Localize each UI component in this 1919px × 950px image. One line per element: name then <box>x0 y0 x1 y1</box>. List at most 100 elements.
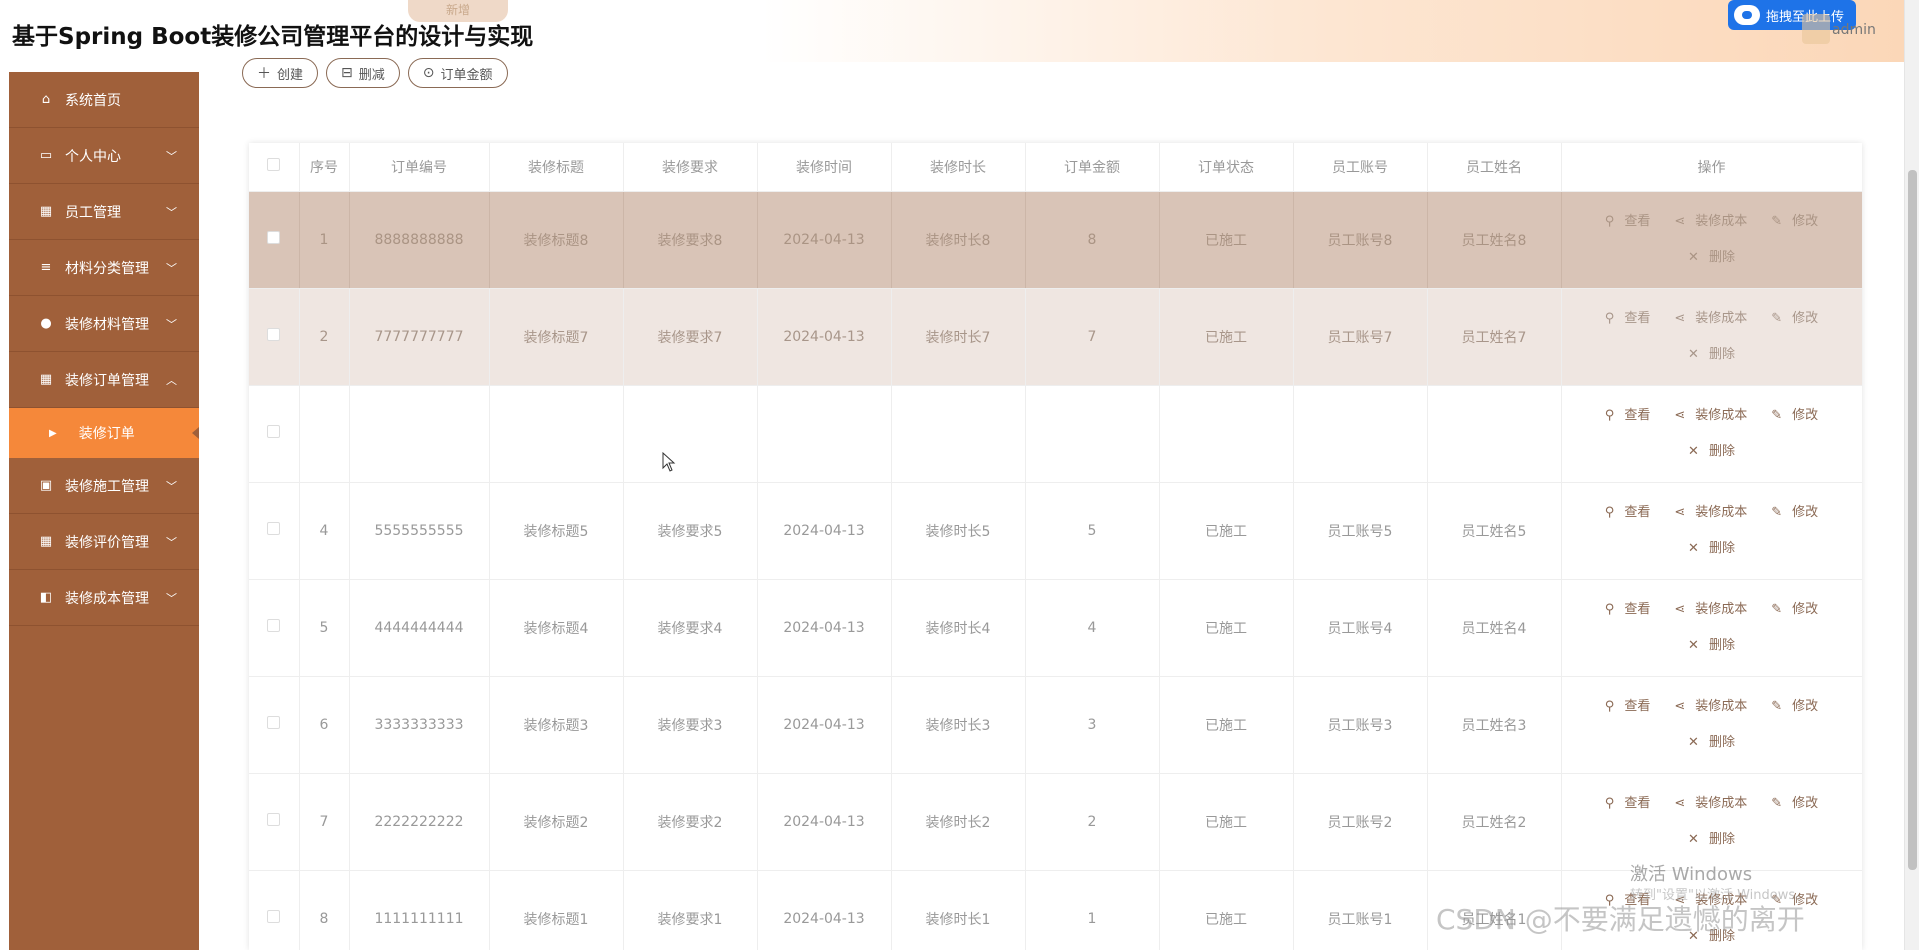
search-icon: ⚲ <box>1604 213 1615 229</box>
avatar[interactable] <box>1802 14 1830 44</box>
row-checkbox[interactable] <box>267 813 281 826</box>
delete-row-button[interactable]: ✕ 删除 <box>1682 541 1741 556</box>
app-header: 新增 基于Spring Boot装修公司管理平台的设计与实现 拖拽至此上传 ad… <box>0 0 1904 62</box>
table-cell: 装修要求4 <box>623 579 758 677</box>
table-cell: 员工账号2 <box>1293 773 1428 871</box>
delete-row-button[interactable]: ✕ 删除 <box>1682 347 1741 362</box>
table-row[interactable]: 4 5555555555 装修标题5 装修要求5 2024-04-13 装修时长5 5 已施工… <box>249 482 1862 580</box>
table-row[interactable]: 6 3333333333 装修标题3 装修要求3 2024-04-13 装修时长3 3 已施工… <box>249 676 1862 774</box>
row-checkbox[interactable] <box>267 231 281 244</box>
row-checkbox-cell[interactable] <box>249 191 300 289</box>
plus-icon: ＋ <box>257 66 271 82</box>
delete-row-button[interactable]: ✕ 删除 <box>1682 250 1741 265</box>
table-row[interactable]: 2 7777777777 装修标题7 装修要求7 2024-04-13 装修时长7 7 已施工… <box>249 288 1862 386</box>
table-cell: 员工姓名8 <box>1427 191 1562 289</box>
row-checkbox-cell[interactable] <box>249 579 300 677</box>
grid-icon: ▦ <box>39 204 53 219</box>
view-button[interactable]: ⚲ 查看 <box>1599 311 1657 326</box>
row-checkbox[interactable] <box>267 619 281 632</box>
edit-button[interactable]: ✎ 修改 <box>1765 699 1824 714</box>
share-icon: ⋖ <box>1674 504 1686 520</box>
row-checkbox-cell[interactable] <box>249 870 300 950</box>
page-scrollbar[interactable] <box>1904 0 1919 950</box>
table-cell: 8888888888 <box>349 191 490 289</box>
sidebar-item-5[interactable]: ▦ 装修订单管理 ︿ <box>9 352 199 408</box>
cost-button[interactable]: ⋖ 装修成本 <box>1668 602 1753 617</box>
delete-row-button[interactable]: ✕ 删除 <box>1682 735 1741 750</box>
view-button[interactable]: ⚲ 查看 <box>1599 699 1657 714</box>
view-button[interactable]: ⚲ 查看 <box>1599 796 1657 811</box>
view-button[interactable]: ⚲ 查看 <box>1599 602 1657 617</box>
row-checkbox-cell[interactable] <box>249 288 300 386</box>
delete-button[interactable]: ⊟ 删减 <box>326 58 400 88</box>
edit-button[interactable]: ✎ 修改 <box>1765 505 1824 520</box>
select-all-cell[interactable] <box>249 143 300 192</box>
row-checkbox-cell[interactable] <box>249 482 300 580</box>
sidebar-item-2[interactable]: ▦ 员工管理 ﹀ <box>9 184 199 240</box>
row-checkbox[interactable] <box>267 716 281 729</box>
username[interactable]: admin <box>1832 22 1876 38</box>
row-checkbox-cell[interactable] <box>249 385 300 483</box>
cost-button[interactable]: ⋖ 装修成本 <box>1668 505 1753 520</box>
view-button[interactable]: ⚲ 查看 <box>1599 408 1657 423</box>
sidebar-item-1[interactable]: ▭ 个人中心 ﹀ <box>9 128 199 184</box>
table-row[interactable]: 5 4444444444 装修标题4 装修要求4 2024-04-13 装修时长4 4 已施工… <box>249 579 1862 677</box>
table-cell: 已施工 <box>1159 579 1294 677</box>
row-checkbox[interactable] <box>267 910 281 923</box>
scrollbar-thumb[interactable] <box>1908 170 1917 870</box>
sidebar-item-4[interactable]: ● 装修材料管理 ﹀ <box>9 296 199 352</box>
row-checkbox-cell[interactable] <box>249 676 300 774</box>
cost-button[interactable]: ⋖ 装修成本 <box>1668 214 1753 229</box>
pencil-icon: ✎ <box>1771 407 1783 423</box>
view-button[interactable]: ⚲ 查看 <box>1599 505 1657 520</box>
delete-row-button[interactable]: ✕ 删除 <box>1682 638 1741 653</box>
edit-button[interactable]: ✎ 修改 <box>1765 602 1824 617</box>
cloud-icon <box>1734 5 1760 25</box>
column-header: 装修时长 <box>891 143 1026 192</box>
sidebar-item-7[interactable]: ▦ 装修评价管理 ﹀ <box>9 514 199 570</box>
table-cell: 5555555555 <box>349 482 490 580</box>
edit-button[interactable]: ✎ 修改 <box>1765 796 1824 811</box>
table-cell: 2024-04-13 <box>757 676 892 774</box>
home-icon: ⌂ <box>41 92 51 107</box>
table-row[interactable]: 7 2222222222 装修标题2 装修要求2 2024-04-13 装修时长2 2 已施工… <box>249 773 1862 871</box>
sidebar-item-6[interactable]: ▣ 装修施工管理 ﹀ <box>9 458 199 514</box>
table-cell: 员工账号3 <box>1293 676 1428 774</box>
create-button[interactable]: ＋创建 <box>242 58 319 88</box>
select-all-checkbox[interactable] <box>267 158 281 172</box>
delete-row-button[interactable]: ✕ 删除 <box>1682 832 1741 847</box>
table-row[interactable]: 1 8888888888 装修标题8 装修要求8 2024-04-13 装修时长8 8 已施工… <box>249 191 1862 289</box>
sidebar-item-3[interactable]: ≡ 材料分类管理 ﹀ <box>9 240 199 296</box>
table-cell: 装修标题8 <box>489 191 624 289</box>
caret-right-icon: ▶ <box>49 427 57 439</box>
table-row[interactable]: ⚲ 查看 ⋖ 装修成本 ✎ 修改 ✕ 删除 <box>249 385 1862 483</box>
search-icon: ⚲ <box>1604 407 1615 423</box>
clipboard-icon: ▣ <box>39 478 53 493</box>
row-checkbox[interactable] <box>267 328 281 341</box>
cost-button[interactable]: ⋖ 装修成本 <box>1668 796 1753 811</box>
table-cell: 2024-04-13 <box>757 579 892 677</box>
cost-button[interactable]: ⋖ 装修成本 <box>1668 408 1753 423</box>
cost-button[interactable]: ⋖ 装修成本 <box>1668 311 1753 326</box>
delete-row-button[interactable]: ✕ 删除 <box>1682 444 1741 459</box>
table-cell: 1 <box>1025 870 1160 950</box>
sidebar-subitem-orders[interactable]: ▶ 装修订单 <box>9 408 199 458</box>
edit-button[interactable]: ✎ 修改 <box>1765 408 1824 423</box>
sidebar-item-0[interactable]: ⌂ 系统首页 <box>9 72 199 128</box>
order-amount-button[interactable]: ⊙ 订单金额 <box>407 58 508 88</box>
row-checkbox-cell[interactable] <box>249 773 300 871</box>
csdn-watermark: CSDN @不要满足遗憾的离开 <box>1436 903 1805 936</box>
table-cell: 1 <box>299 191 350 289</box>
table-cell: 装修要求7 <box>623 288 758 386</box>
sidebar-item-8[interactable]: ◧ 装修成本管理 ﹀ <box>9 570 199 626</box>
row-checkbox[interactable] <box>267 425 281 438</box>
order-table: 序号 订单编号 装修标题 装修要求 装修时间 装修时长 订单金额 订单状态 员工账号 员工姓名 操作… <box>249 143 1862 950</box>
chevron-icon: ﹀ <box>166 150 177 163</box>
mouse-cursor-icon <box>662 452 676 472</box>
edit-button[interactable]: ✎ 修改 <box>1765 214 1824 229</box>
edit-button[interactable]: ✎ 修改 <box>1765 311 1824 326</box>
table-cell: 装修标题7 <box>489 288 624 386</box>
row-checkbox[interactable] <box>267 522 281 535</box>
view-button[interactable]: ⚲ 查看 <box>1599 214 1657 229</box>
cost-button[interactable]: ⋖ 装修成本 <box>1668 699 1753 714</box>
